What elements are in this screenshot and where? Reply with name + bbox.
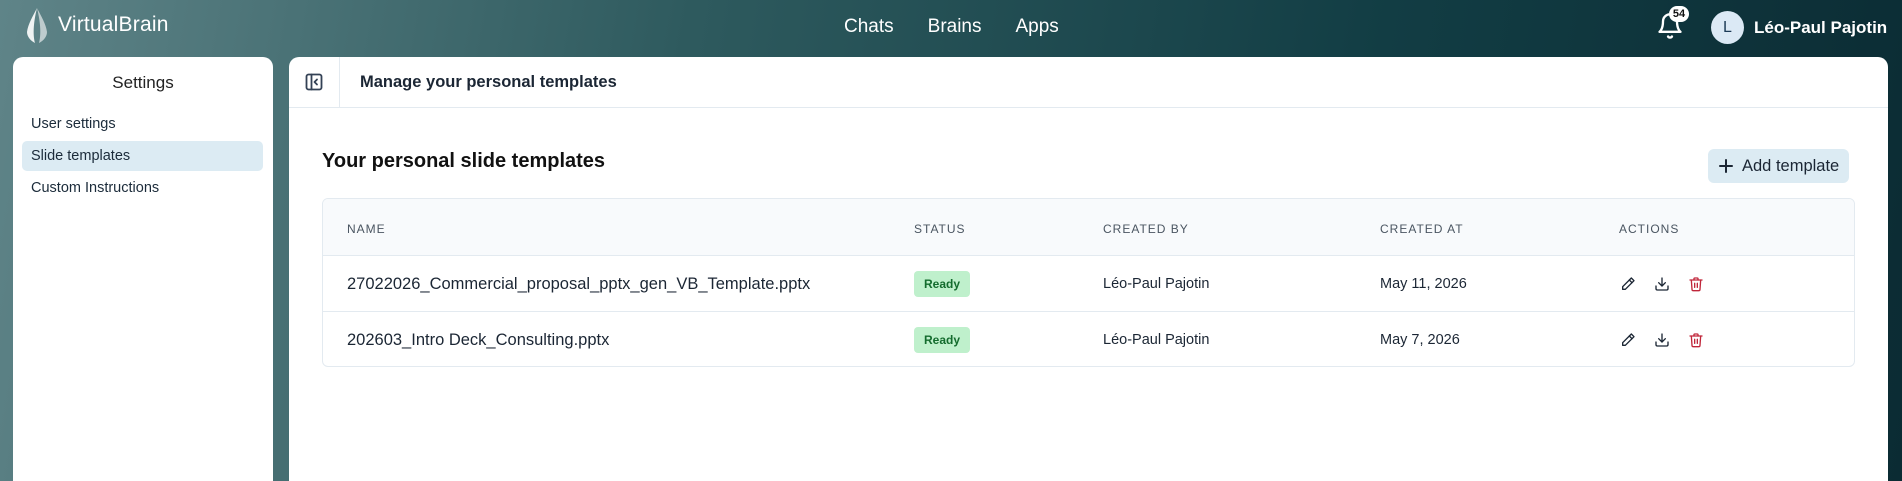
plus-icon bbox=[1719, 159, 1733, 173]
sidebar-item-slide-templates[interactable]: Slide templates bbox=[22, 141, 263, 171]
top-bar: VirtualBrain Chats Brains Apps 54 L Léo-… bbox=[0, 0, 1902, 56]
table-header: NAME STATUS CREATED BY CREATED AT ACTION… bbox=[323, 199, 1854, 256]
delete-button[interactable] bbox=[1687, 275, 1705, 293]
nav-chats[interactable]: Chats bbox=[844, 16, 894, 38]
add-template-button[interactable]: Add template bbox=[1708, 149, 1850, 183]
created-at: May 11, 2026 bbox=[1380, 276, 1467, 292]
main-nav: Chats Brains Apps bbox=[844, 16, 1059, 38]
table-row: 202603_Intro Deck_Consulting.pptx Ready … bbox=[323, 312, 1854, 366]
section-title: Your personal slide templates bbox=[322, 150, 606, 172]
sidebar-item-label: Slide templates bbox=[31, 148, 131, 164]
sidebar-title: Settings bbox=[112, 73, 174, 92]
column-header-created-at: CREATED AT bbox=[1380, 222, 1464, 236]
column-header-name: NAME bbox=[347, 222, 386, 236]
download-icon bbox=[1655, 277, 1669, 291]
status-badge: Ready bbox=[914, 271, 971, 297]
table-row: 27022026_Commercial_proposal_pptx_gen_VB… bbox=[323, 256, 1854, 312]
row-actions bbox=[1619, 312, 1705, 366]
download-button[interactable] bbox=[1653, 331, 1671, 349]
templates-table: NAME STATUS CREATED BY CREATED AT ACTION… bbox=[322, 198, 1855, 367]
delete-button[interactable] bbox=[1687, 331, 1705, 349]
column-header-created-by: CREATED BY bbox=[1103, 222, 1189, 236]
notification-count-badge: 54 bbox=[1669, 6, 1689, 22]
edit-button[interactable] bbox=[1619, 331, 1637, 349]
trash-icon bbox=[1689, 333, 1703, 348]
add-template-label: Add template bbox=[1742, 156, 1840, 175]
sidebar-item-label: Custom Instructions bbox=[31, 180, 160, 196]
page-title: Manage your personal templates bbox=[360, 72, 617, 91]
created-by: Léo-Paul Pajotin bbox=[1103, 276, 1210, 292]
user-name: Léo-Paul Pajotin bbox=[1754, 17, 1888, 37]
avatar: L bbox=[1711, 11, 1744, 44]
nav-brains[interactable]: Brains bbox=[928, 16, 982, 38]
download-icon bbox=[1655, 333, 1669, 347]
sidebar-item-user-settings[interactable]: User settings bbox=[22, 109, 263, 139]
sidebar-toggle-button[interactable] bbox=[289, 56, 340, 108]
nav-apps[interactable]: Apps bbox=[1016, 16, 1059, 38]
edit-button[interactable] bbox=[1619, 275, 1637, 293]
app-name: VirtualBrain bbox=[58, 13, 169, 36]
main-panel: Manage your personal templates Your pers… bbox=[289, 56, 1888, 481]
row-actions bbox=[1619, 256, 1705, 312]
download-button[interactable] bbox=[1653, 275, 1671, 293]
pencil-icon bbox=[1622, 333, 1635, 346]
created-by: Léo-Paul Pajotin bbox=[1103, 332, 1210, 348]
sidebar-item-custom-instructions[interactable]: Custom Instructions bbox=[22, 173, 263, 203]
created-at: May 7, 2026 bbox=[1380, 332, 1460, 348]
logo-icon bbox=[27, 8, 47, 43]
app-logo[interactable]: VirtualBrain bbox=[24, 6, 169, 44]
template-name: 27022026_Commercial_proposal_pptx_gen_VB… bbox=[347, 274, 811, 293]
pencil-icon bbox=[1622, 277, 1635, 290]
column-header-status: STATUS bbox=[914, 222, 966, 236]
template-name: 202603_Intro Deck_Consulting.pptx bbox=[347, 330, 610, 349]
status-cell: Ready bbox=[914, 256, 971, 312]
settings-sidebar: Settings User settings Slide templates C… bbox=[13, 57, 273, 481]
user-menu[interactable]: L Léo-Paul Pajotin bbox=[1711, 11, 1887, 44]
trash-icon bbox=[1689, 277, 1703, 292]
sidebar-item-label: User settings bbox=[31, 116, 116, 132]
status-badge: Ready bbox=[914, 327, 971, 353]
sidebar-toggle-icon bbox=[305, 73, 323, 91]
main-header: Manage your personal templates bbox=[289, 56, 1888, 108]
status-cell: Ready bbox=[914, 312, 971, 366]
column-header-actions: ACTIONS bbox=[1619, 222, 1680, 236]
